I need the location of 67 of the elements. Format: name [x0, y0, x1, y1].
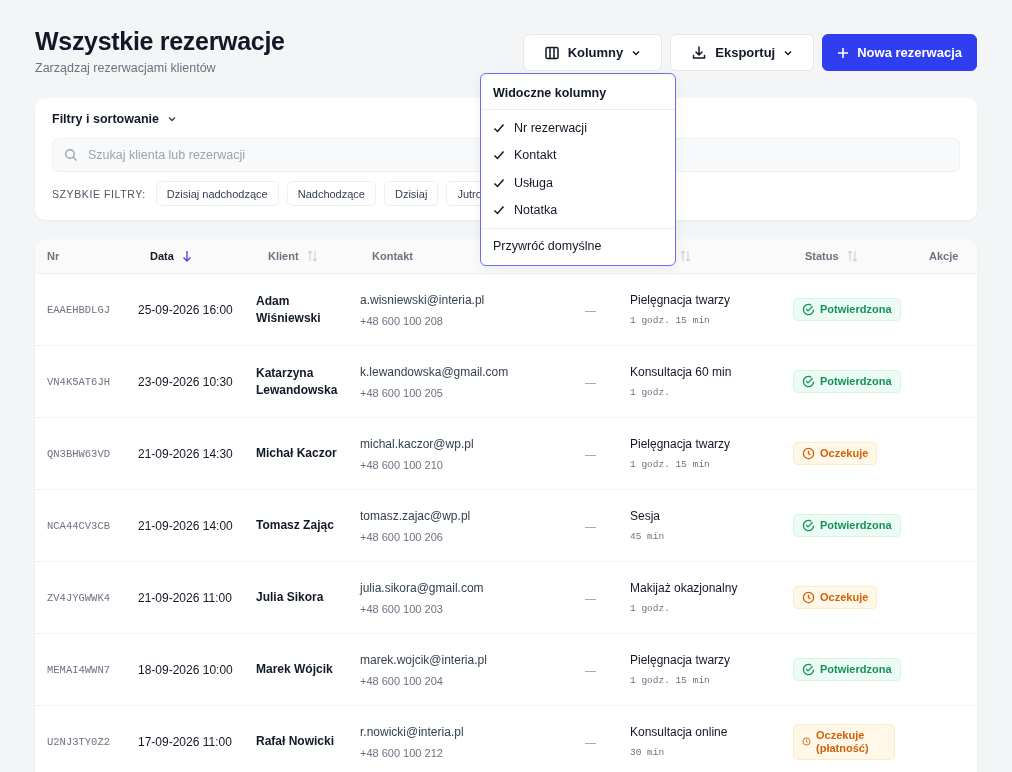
status-badge: Potwierdzona: [793, 514, 901, 537]
booking-date: 21-09-2026 11:00: [138, 590, 232, 605]
service-duration: 1 godz. 15 min: [630, 315, 710, 326]
service-name: Pielęgnacja twarzy: [630, 437, 731, 451]
page-title: Wszystkie rezerwacje: [35, 26, 285, 56]
booking-date: 23-09-2026 10:30: [138, 374, 233, 389]
client-name: Katarzyna Lewandowska: [256, 364, 339, 399]
service-duration: 1 godz.: [630, 603, 670, 614]
page-subtitle: Zarządzaj rezerwacjami klientów: [35, 61, 217, 75]
service-name: Konsultacja 60 min: [630, 365, 732, 379]
service-name: Sesja: [630, 509, 661, 523]
booking-number: NCA44CV3CB: [47, 519, 110, 532]
client-name: Rafał Nowicki: [256, 733, 335, 750]
booking-number: U2NJ3TY0Z2: [47, 735, 110, 748]
service-name: Konsultacja online: [630, 725, 728, 739]
service-name: Pielęgnacja twarzy: [630, 653, 731, 667]
note-text: —: [585, 375, 596, 388]
client-phone: +48 600 100 210: [360, 458, 443, 471]
client-name: Tomasz Zając: [256, 517, 334, 534]
service-duration: 1 godz. 15 min: [630, 459, 710, 470]
client-phone: +48 600 100 212: [360, 746, 443, 759]
note-text: —: [585, 447, 596, 460]
booking-date: 18-09-2026 10:00: [138, 662, 233, 677]
client-name: Julia Sikora: [256, 589, 324, 606]
service-duration: 1 godz.: [630, 387, 670, 398]
client-phone: +48 600 100 203: [360, 602, 443, 615]
dropdown-title: Widoczne kolumny: [481, 74, 675, 110]
booking-number: ZV4JYGWWK4: [47, 591, 110, 604]
status-badge: Oczekuje: [793, 586, 878, 609]
client-phone: +48 600 100 206: [360, 530, 443, 543]
status-badge: Oczekuje (płatność): [793, 723, 895, 760]
service-name: Pielęgnacja twarzy: [630, 293, 731, 307]
service-name: Makijaż okazjonalny: [630, 581, 738, 595]
booking-number: QN3BHW63VD: [47, 447, 110, 460]
client-name: Michał Kaczor: [256, 445, 337, 462]
note-text: —: [585, 303, 596, 316]
client-email: michal.kaczor@wp.pl: [360, 436, 474, 451]
client-email: tomasz.zajac@wp.pl: [360, 508, 471, 523]
service-duration: 1 godz. 15 min: [630, 675, 710, 686]
service-duration: 30 min: [630, 747, 665, 758]
client-email: a.wisniewski@interia.pl: [360, 292, 485, 307]
booking-date: 21-09-2026 14:00: [138, 518, 233, 533]
client-name: Marek Wójcik: [256, 661, 333, 678]
status-badge: Potwierdzona: [793, 658, 901, 681]
booking-date: 17-09-2026 11:00: [138, 734, 232, 749]
status-badge: Oczekuje: [793, 442, 878, 465]
booking-number: MEMAI4WWN7: [47, 663, 110, 676]
client-email: julia.sikora@gmail.com: [360, 580, 484, 595]
client-email: r.nowicki@interia.pl: [360, 724, 464, 739]
quick-filters-label: SZYBKIE FILTRY:: [52, 187, 146, 200]
client-phone: +48 600 100 204: [360, 674, 443, 687]
client-email: marek.wojcik@interia.pl: [360, 652, 487, 667]
booking-number: EAAEHBDLGJ: [47, 303, 110, 316]
status-badge: Potwierdzona: [793, 298, 901, 321]
client-phone: +48 600 100 208: [360, 314, 443, 327]
note-text: —: [585, 663, 596, 676]
client-email: k.lewandowska@gmail.com: [360, 364, 509, 379]
booking-date: 25-09-2026 16:00: [138, 302, 233, 317]
booking-date: 21-09-2026 14:30: [138, 446, 233, 461]
service-duration: 45 min: [630, 531, 665, 542]
client-phone: +48 600 100 205: [360, 386, 443, 399]
client-name: Adam Wiśniewski: [256, 292, 322, 327]
note-text: —: [585, 591, 596, 604]
status-badge: Potwierdzona: [793, 370, 901, 393]
booking-number: VN4K5AT6JH: [47, 375, 110, 388]
note-text: —: [585, 519, 596, 532]
note-text: —: [585, 735, 596, 748]
